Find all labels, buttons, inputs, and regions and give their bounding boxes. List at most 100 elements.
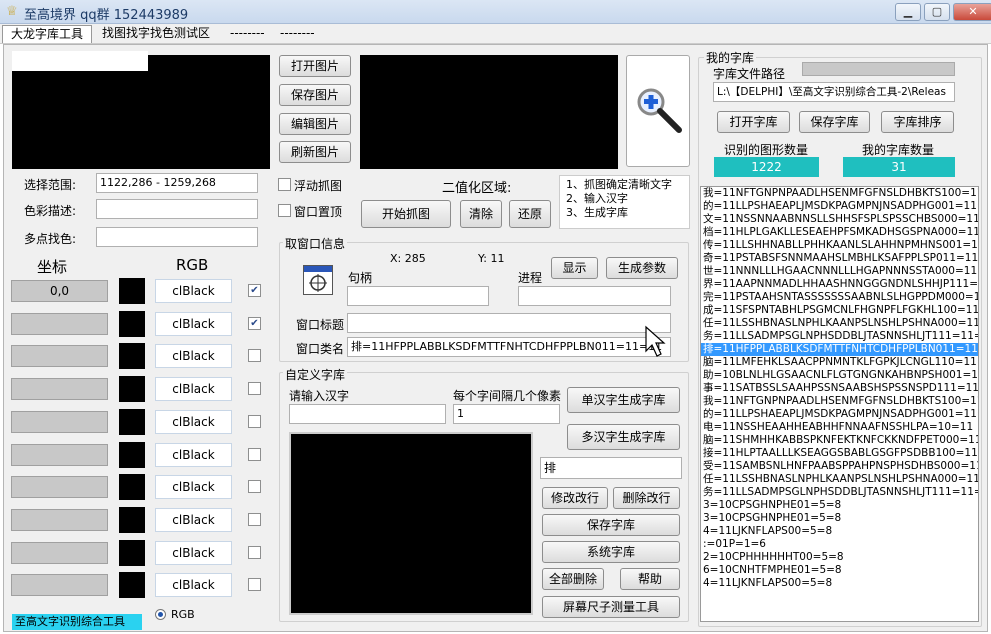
clear-button[interactable]: 清除 bbox=[460, 200, 502, 228]
save-lib-button[interactable]: 保存字库 bbox=[799, 111, 870, 133]
color-point-checkbox[interactable]: ✔ bbox=[248, 316, 261, 330]
process-field[interactable] bbox=[518, 286, 671, 306]
library-entry[interactable]: 务=11LLSADMPSGLNPHSDDBLJTASNNSHLJT111=11=… bbox=[701, 330, 978, 343]
color-point-checkbox[interactable] bbox=[248, 545, 261, 559]
color-value[interactable]: clBlack bbox=[155, 507, 232, 532]
window-class-field[interactable]: 排=11HFPPLABBLKSDFMTTFNHTCDHFPPLBN011=11=… bbox=[347, 337, 671, 357]
show-button[interactable]: 显示 bbox=[551, 257, 598, 279]
library-list[interactable]: 我=11NFTGNPNPAADLHSENMFGFNSLDHBKTS100=11=… bbox=[700, 186, 979, 622]
color-swatch[interactable] bbox=[119, 506, 145, 533]
open-lib-button[interactable]: 打开字库 bbox=[717, 111, 790, 133]
color-desc-field[interactable] bbox=[96, 199, 258, 219]
library-entry[interactable]: 4=11LJKNFLAPS00=5=8 bbox=[701, 577, 978, 590]
minimize-button[interactable]: ▁ bbox=[895, 3, 921, 21]
multi-gen-button[interactable]: 多汉字生成字库 bbox=[567, 424, 680, 450]
range-field[interactable]: 1122,286 - 1259,268 bbox=[96, 173, 258, 193]
library-entry[interactable]: 事=11SATBSSLSAAHPSSNSAABSHSPSSNSPD111=11=… bbox=[701, 382, 978, 395]
color-value[interactable]: clBlack bbox=[155, 377, 232, 402]
color-swatch[interactable] bbox=[119, 408, 145, 435]
library-entry[interactable]: 脑=11LMFEHKLSAACPPNMNTKLFGPKJLCNGL110=11=… bbox=[701, 356, 978, 369]
library-entry[interactable]: 我=11NFTGNPNPAADLHSENMFGFNSLDHBKTS100=11=… bbox=[701, 187, 978, 200]
library-entry[interactable]: 3=10CPSGHNPHE01=5=8 bbox=[701, 512, 978, 525]
color-value[interactable]: clBlack bbox=[155, 573, 232, 598]
library-entry[interactable]: :=01P=1=6 bbox=[701, 538, 978, 551]
captured-image-canvas[interactable] bbox=[12, 55, 270, 169]
library-entry[interactable]: 的=11LLPSHAEAPLJMSDKPAGMPNJNSADPHG001=11=… bbox=[701, 408, 978, 421]
spacing-field[interactable]: 1 bbox=[453, 404, 560, 424]
char-preview-canvas[interactable] bbox=[289, 432, 533, 615]
library-entry[interactable]: 排=11HFPPLABBLKSDFMTTFNHTCDHFPPLBN011=11=… bbox=[701, 343, 978, 356]
color-point-checkbox[interactable] bbox=[248, 480, 261, 494]
delete-line-button[interactable]: 删除改行 bbox=[613, 487, 680, 509]
edit-image-button[interactable]: 编辑图片 bbox=[279, 113, 351, 135]
tab-placeholder-2[interactable]: -------- bbox=[272, 25, 323, 43]
modify-line-button[interactable]: 修改改行 bbox=[542, 487, 608, 509]
maximize-button[interactable]: ▢ bbox=[924, 3, 950, 21]
rgb-radio[interactable] bbox=[155, 609, 166, 620]
library-entry[interactable]: 的=11LLPSHAEAPLJMSDKPAGMPNJNSADPHG001=11=… bbox=[701, 200, 978, 213]
window-title-field[interactable] bbox=[347, 313, 671, 333]
color-value[interactable]: clBlack bbox=[155, 279, 232, 303]
library-entry[interactable]: 档=11HLPLGAKLLESEAEHPFSMKADHSGSPNA000=11=… bbox=[701, 226, 978, 239]
delete-all-button[interactable]: 全部删除 bbox=[542, 568, 604, 590]
color-point-checkbox[interactable] bbox=[248, 349, 261, 363]
tab-find-test[interactable]: 找图找字找色测试区 bbox=[94, 25, 218, 43]
library-entry[interactable]: 成=11SFSPNTABHLPSGMCNLFHGNPFLFGKHL100=11=… bbox=[701, 304, 978, 317]
library-entry[interactable]: 传=11LLSHHNABLLPHHKAANLSLAHHNPMHNS001=11=… bbox=[701, 239, 978, 252]
library-entry[interactable]: 受=11SAMBSNLHNFPAABSPPAHPNSPHSDHBS000=11=… bbox=[701, 460, 978, 473]
color-value[interactable]: clBlack bbox=[155, 475, 232, 500]
color-swatch[interactable] bbox=[119, 343, 145, 370]
sort-lib-button[interactable]: 字库排序 bbox=[881, 111, 954, 133]
color-swatch[interactable] bbox=[119, 278, 145, 304]
help-button[interactable]: 帮助 bbox=[620, 568, 680, 590]
color-value[interactable]: clBlack bbox=[155, 311, 232, 336]
color-swatch[interactable] bbox=[119, 539, 145, 566]
binarized-image-canvas[interactable] bbox=[360, 55, 618, 169]
restore-button[interactable]: 还原 bbox=[509, 200, 551, 228]
input-chars-field[interactable] bbox=[289, 404, 446, 424]
library-entry[interactable]: 3=10CPSGHNPHE01=5=8 bbox=[701, 499, 978, 512]
color-swatch[interactable] bbox=[119, 572, 145, 599]
color-swatch[interactable] bbox=[119, 441, 145, 468]
library-entry[interactable]: 脑=11SHMHHKABBSPKNFEKTKNFCKKNDFPET000=11=… bbox=[701, 434, 978, 447]
library-entry[interactable]: 电=11NSSHEAAHHEABHHFNNAAFNSSHLPA=10=11 bbox=[701, 421, 978, 434]
lib-path-field[interactable]: L:\【DELPHI】\至高文字识别综合工具-2\Releas bbox=[713, 82, 955, 102]
color-swatch[interactable] bbox=[119, 474, 145, 501]
save-image-button[interactable]: 保存图片 bbox=[279, 84, 351, 106]
gen-params-button[interactable]: 生成参数 bbox=[606, 257, 678, 279]
library-entry[interactable]: 界=11AAPNNMADLHHAASHNNGGGNDNLSHHJP111=11=… bbox=[701, 278, 978, 291]
library-entry[interactable]: 6=10CNHTFMPHE01=5=8 bbox=[701, 564, 978, 577]
close-button[interactable]: ✕ bbox=[953, 3, 991, 21]
color-point-checkbox[interactable] bbox=[248, 447, 261, 461]
color-point-checkbox[interactable] bbox=[248, 578, 261, 592]
library-entry[interactable]: 完=11PSTAAHSNTASSSSSSSAABNLSLHGPPDM000=11… bbox=[701, 291, 978, 304]
handle-field[interactable] bbox=[347, 286, 489, 306]
library-entry[interactable]: 接=11HLPTAALLLKSEAGGSBABLGSGFPSDBB100=11=… bbox=[701, 447, 978, 460]
library-entry[interactable]: 务=11LLSADMPSGLNPHSDDBLJTASNNSHLJT111=11=… bbox=[701, 486, 978, 499]
multi-color-field[interactable] bbox=[96, 227, 258, 247]
color-point-checkbox[interactable]: ✔ bbox=[248, 284, 261, 297]
system-library-button[interactable]: 系统字库 bbox=[542, 541, 680, 563]
single-gen-button[interactable]: 单汉字生成字库 bbox=[567, 387, 680, 413]
tab-placeholder-1[interactable]: -------- bbox=[222, 25, 273, 43]
char-field[interactable]: 排 bbox=[540, 457, 682, 479]
color-point-checkbox[interactable] bbox=[248, 512, 261, 526]
library-entry[interactable]: 文=11NSSNNAABNNSLLSHHSFSPLSPSSCHBS000=11=… bbox=[701, 213, 978, 226]
screen-ruler-button[interactable]: 屏幕尺子测量工具 bbox=[542, 596, 680, 618]
color-value[interactable]: clBlack bbox=[155, 344, 232, 369]
tab-dalong-lib-tool[interactable]: 大龙字库工具 bbox=[2, 25, 93, 43]
library-entry[interactable]: 我=11NFTGNPNPAADLHSENMFGFNSLDHBKTS100=11=… bbox=[701, 395, 978, 408]
library-entry[interactable]: 任=11LSSHBNASLNPHLKAANPSLNSHLPSHNA000=11=… bbox=[701, 317, 978, 330]
color-swatch[interactable] bbox=[119, 310, 145, 337]
library-entry[interactable]: 世=11NNNLLLHGAACNNNLLLHGAPNNNSSTA000=11=1 bbox=[701, 265, 978, 278]
open-image-button[interactable]: 打开图片 bbox=[279, 55, 351, 77]
color-point-checkbox[interactable] bbox=[248, 382, 261, 396]
library-entry[interactable]: 任=11LSSHBNASLNPHLKAANPSLNSHLPSHNA000=11=… bbox=[701, 473, 978, 486]
color-point-checkbox[interactable] bbox=[248, 414, 261, 428]
library-entry[interactable]: 4=11LJKNFLAPS00=5=8 bbox=[701, 525, 978, 538]
window-finder-icon[interactable] bbox=[303, 265, 333, 295]
library-entry[interactable]: 奇=11PSTABSFSNNMAAHSLMBHLKSAFPPLSP011=11=… bbox=[701, 252, 978, 265]
start-capture-button[interactable]: 开始抓图 bbox=[361, 200, 451, 228]
window-top-checkbox[interactable] bbox=[278, 204, 291, 217]
color-value[interactable]: clBlack bbox=[155, 442, 232, 467]
